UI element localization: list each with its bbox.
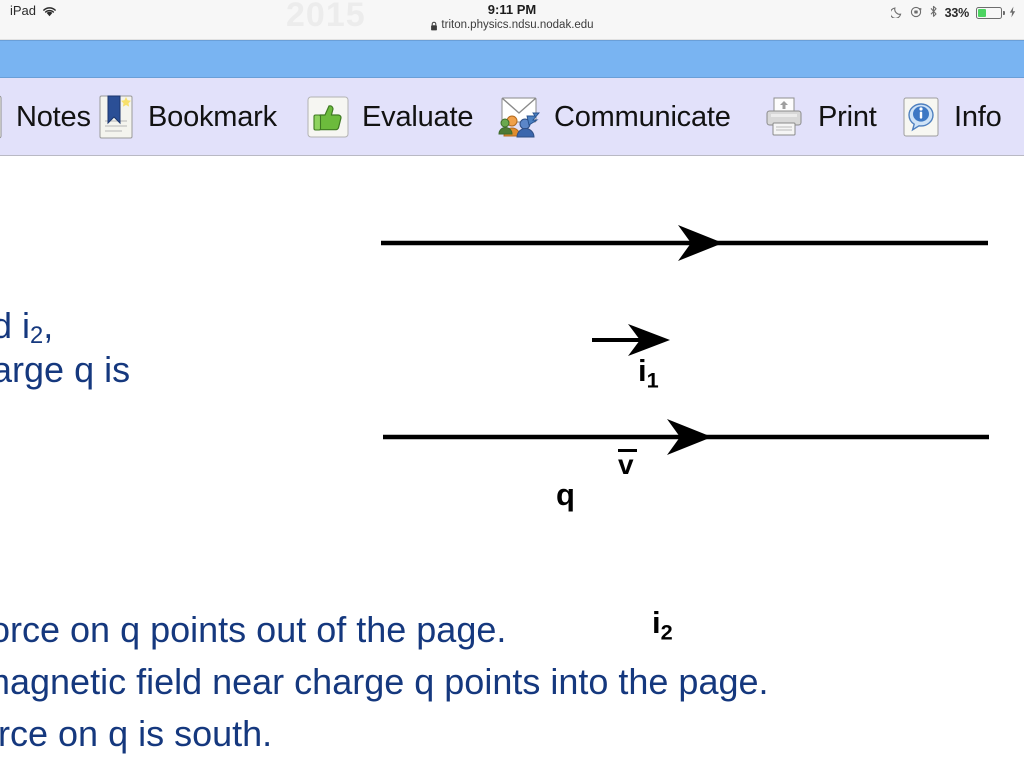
toolbar-item-info-label: Info: [954, 100, 1002, 133]
answer-option-c[interactable]: orce on q is south.: [0, 713, 272, 755]
clock-label: 9:11 PM: [487, 2, 537, 17]
toolbar-item-evaluate-label: Evaluate: [362, 100, 474, 133]
lock-icon: [430, 21, 438, 31]
toolbar-item-print[interactable]: Print: [762, 78, 877, 156]
answer-option-b[interactable]: magnetic field near charge q points into…: [0, 661, 769, 703]
velocity-arrowhead: [628, 324, 670, 356]
status-bar-center-group: 9:11 PM triton.physics.ndsu.nodak.edu: [0, 2, 1024, 32]
battery-percent-label: 33%: [944, 6, 970, 20]
current-label-i2-base: i: [652, 605, 661, 640]
course-toolbar: Notes Bookmark Evaluate Communicate Prin…: [0, 78, 1024, 156]
answer-option-a[interactable]: force on q points out of the page.: [0, 609, 506, 651]
toolbar-item-bookmark[interactable]: Bookmark: [96, 78, 277, 156]
toolbar-item-info[interactable]: Info: [900, 78, 1002, 156]
thumbs-up-icon: [306, 95, 350, 139]
ios-status-bar: iPad 2015 9:11 PM triton.physics.ndsu.no…: [0, 0, 1024, 40]
question-line-1-prefix: nd i: [0, 305, 31, 346]
current-label-i1-base: i: [638, 353, 647, 388]
bottom-wire-arrowhead: [667, 419, 712, 455]
charge-label-q: q: [556, 477, 575, 512]
velocity-label-v: v: [618, 449, 634, 480]
current-label-i2: i2: [652, 605, 673, 646]
battery-icon: [976, 7, 1005, 19]
slide-content-area: nd i2, harge q is force on q points out …: [0, 157, 1024, 768]
toolbar-item-evaluate[interactable]: Evaluate: [306, 78, 473, 156]
address-bar[interactable]: triton.physics.ndsu.nodak.edu: [0, 19, 1024, 32]
communicate-icon: [496, 94, 542, 140]
toolbar-item-bookmark-label: Bookmark: [148, 100, 277, 133]
current-label-i2-subscript: 2: [660, 619, 673, 645]
question-line-1-subscript: 2: [30, 322, 44, 350]
rotation-lock-icon: [910, 6, 922, 21]
toolbar-item-notes[interactable]: Notes: [0, 78, 91, 156]
velocity-vector-bar: [618, 449, 637, 452]
toolbar-item-print-label: Print: [818, 100, 877, 133]
toolbar-item-communicate-label: Communicate: [554, 100, 731, 133]
browser-blue-band: [0, 40, 1024, 78]
printer-icon: [762, 96, 806, 138]
current-label-i1: i1: [638, 353, 659, 394]
bluetooth-icon: [929, 5, 938, 21]
charging-bolt-icon: [1009, 6, 1016, 21]
url-label: triton.physics.ndsu.nodak.edu: [441, 19, 594, 31]
top-wire-arrowhead: [678, 225, 723, 261]
question-line-1: nd i2,: [0, 305, 53, 350]
current-label-i1-subscript: 1: [646, 367, 659, 393]
question-line-2: harge q is: [0, 349, 131, 390]
toolbar-item-communicate[interactable]: Communicate: [496, 78, 731, 156]
do-not-disturb-moon-icon: [889, 6, 903, 21]
bookmark-icon: [96, 93, 136, 141]
status-bar-right-group: 33%: [889, 5, 1016, 21]
question-line-1-suffix: ,: [43, 305, 54, 346]
info-icon: [900, 95, 942, 139]
notes-icon: [0, 94, 4, 140]
toolbar-item-notes-label: Notes: [16, 100, 91, 133]
